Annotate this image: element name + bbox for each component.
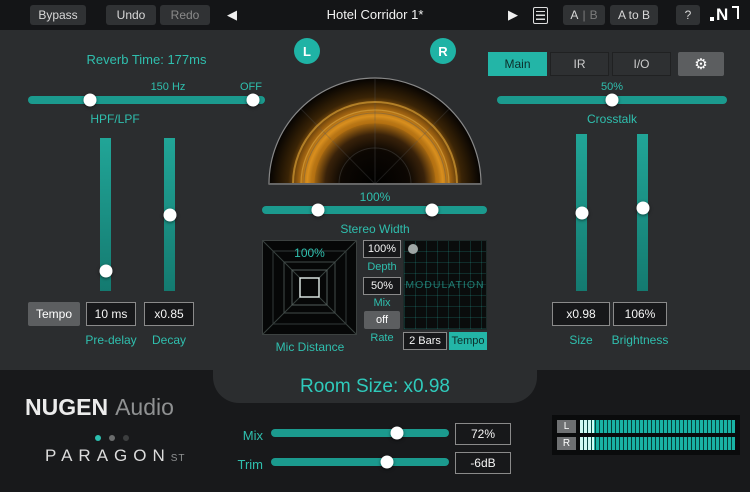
brand-name-bold: NUGEN [25, 394, 108, 420]
reverb-visualizer [268, 77, 482, 185]
logo-letter: N [716, 4, 728, 26]
size-label: Size [556, 333, 606, 347]
meter-right-label: R [557, 437, 576, 450]
settings-gear-icon[interactable]: ⚙ [678, 52, 724, 76]
mix-value-box[interactable]: 72% [455, 423, 511, 445]
meter-left-bar [580, 420, 735, 433]
decay-label: Decay [140, 333, 198, 347]
decay-handle[interactable] [163, 208, 176, 221]
crosstalk-slider[interactable] [497, 96, 727, 104]
meter-right-bar [580, 437, 735, 450]
crosstalk-handle[interactable] [606, 94, 619, 107]
ab-a-label: A [570, 8, 578, 22]
trim-value-box[interactable]: -6dB [455, 452, 511, 474]
brightness-slider[interactable] [637, 134, 648, 291]
trim-slider[interactable] [271, 458, 449, 466]
brightness-handle[interactable] [636, 201, 649, 214]
predelay-label: Pre-delay [74, 333, 148, 347]
plugin-window: Bypass Undo Redo ◀ Hotel Corridor 1* ▶ A… [0, 0, 750, 492]
product-label: PARAGON [45, 446, 171, 465]
mod-sync-tempo-button[interactable]: Tempo [449, 332, 487, 350]
undo-button[interactable]: Undo [106, 5, 156, 25]
ab-b-label: B [590, 8, 598, 22]
logo-bracket-icon [732, 6, 739, 19]
tab-ir[interactable]: IR [550, 52, 609, 76]
stereo-width-slider[interactable] [262, 206, 487, 214]
level-meter-panel: L R [552, 415, 740, 455]
mod-depth-value-box[interactable]: 100% [363, 240, 401, 258]
tab-io[interactable]: I/O [612, 52, 671, 76]
nugen-logo[interactable]: N [707, 4, 745, 26]
hpf-handle[interactable] [83, 94, 96, 107]
bypass-button[interactable]: Bypass [30, 5, 86, 25]
modulation-pad[interactable]: MODULATION [403, 240, 487, 330]
stereo-width-label: Stereo Width [315, 222, 435, 236]
product-name: PARAGONST [45, 446, 186, 466]
predelay-slider[interactable] [100, 138, 111, 291]
preset-title: Hotel Corridor 1* [280, 7, 470, 22]
brightness-value-box[interactable]: 106% [613, 302, 667, 326]
meter-left-label: L [557, 420, 576, 433]
right-channel-button[interactable]: R [430, 38, 456, 64]
stereo-width-left-handle[interactable] [312, 204, 325, 217]
mod-depth-label: Depth [359, 261, 405, 273]
lpf-handle[interactable] [247, 94, 260, 107]
predelay-handle[interactable] [99, 265, 112, 278]
crosstalk-label: Crosstalk [562, 112, 662, 126]
mic-distance-label: Mic Distance [260, 340, 360, 354]
hpf-value-label: 150 Hz [130, 81, 206, 93]
top-bar: Bypass Undo Redo ◀ Hotel Corridor 1* ▶ A… [0, 0, 750, 30]
mic-distance-value: 100% [262, 246, 357, 260]
room-size-display: Room Size: x0.98 [213, 370, 537, 403]
crosstalk-value: 50% [582, 81, 642, 93]
left-channel-button[interactable]: L [294, 38, 320, 64]
predelay-value-box[interactable]: 10 ms [86, 302, 136, 326]
mod-sync-bars-button[interactable]: 2 Bars [403, 332, 447, 350]
mix-label: Mix [205, 428, 263, 443]
mix-slider[interactable] [271, 429, 449, 437]
tab-main[interactable]: Main [488, 52, 547, 76]
stereo-width-value: 100% [345, 190, 405, 204]
decay-slider[interactable] [164, 138, 175, 291]
prev-preset-icon[interactable]: ◀ [227, 7, 237, 23]
mod-mix-value-box[interactable]: 50% [363, 277, 401, 295]
mod-mix-label: Mix [363, 297, 401, 309]
reverb-time-readout: Reverb Time: 177ms [28, 52, 265, 67]
ab-separator: | [582, 8, 585, 22]
filter-label: HPF/LPF [60, 112, 170, 126]
predelay-tempo-button[interactable]: Tempo [28, 302, 80, 326]
brand-name-light: Audio [115, 394, 174, 420]
help-button[interactable]: ? [676, 5, 700, 25]
trim-label: Trim [205, 457, 263, 472]
brightness-label: Brightness [605, 333, 675, 347]
meter-right-peak [580, 437, 594, 450]
brand-wordmark: NUGEN Audio [25, 394, 174, 421]
modulation-watermark: MODULATION [404, 279, 486, 291]
filter-slider[interactable] [28, 96, 265, 104]
product-suffix: ST [171, 453, 186, 464]
brand-dots [95, 428, 137, 446]
stereo-width-right-handle[interactable] [425, 204, 438, 217]
size-slider[interactable] [576, 134, 587, 291]
redo-button[interactable]: Redo [160, 5, 210, 25]
preset-list-icon[interactable] [533, 7, 548, 24]
ab-compare-button[interactable]: A | B [563, 5, 605, 25]
logo-dot-icon [710, 17, 714, 21]
size-handle[interactable] [575, 206, 588, 219]
meter-left-peak [580, 420, 594, 433]
room-size-text: Room Size: x0.98 [300, 376, 450, 398]
trim-handle[interactable] [380, 456, 393, 469]
mod-rate-label: Rate [361, 332, 403, 344]
lpf-value-label: OFF [229, 81, 273, 93]
size-value-box[interactable]: x0.98 [552, 302, 610, 326]
a-to-b-button[interactable]: A to B [610, 5, 658, 25]
decay-value-box[interactable]: x0.85 [144, 302, 194, 326]
next-preset-icon[interactable]: ▶ [508, 7, 518, 23]
modulation-handle[interactable] [408, 244, 418, 254]
mod-rate-button[interactable]: off [364, 311, 400, 329]
mix-handle[interactable] [391, 427, 404, 440]
